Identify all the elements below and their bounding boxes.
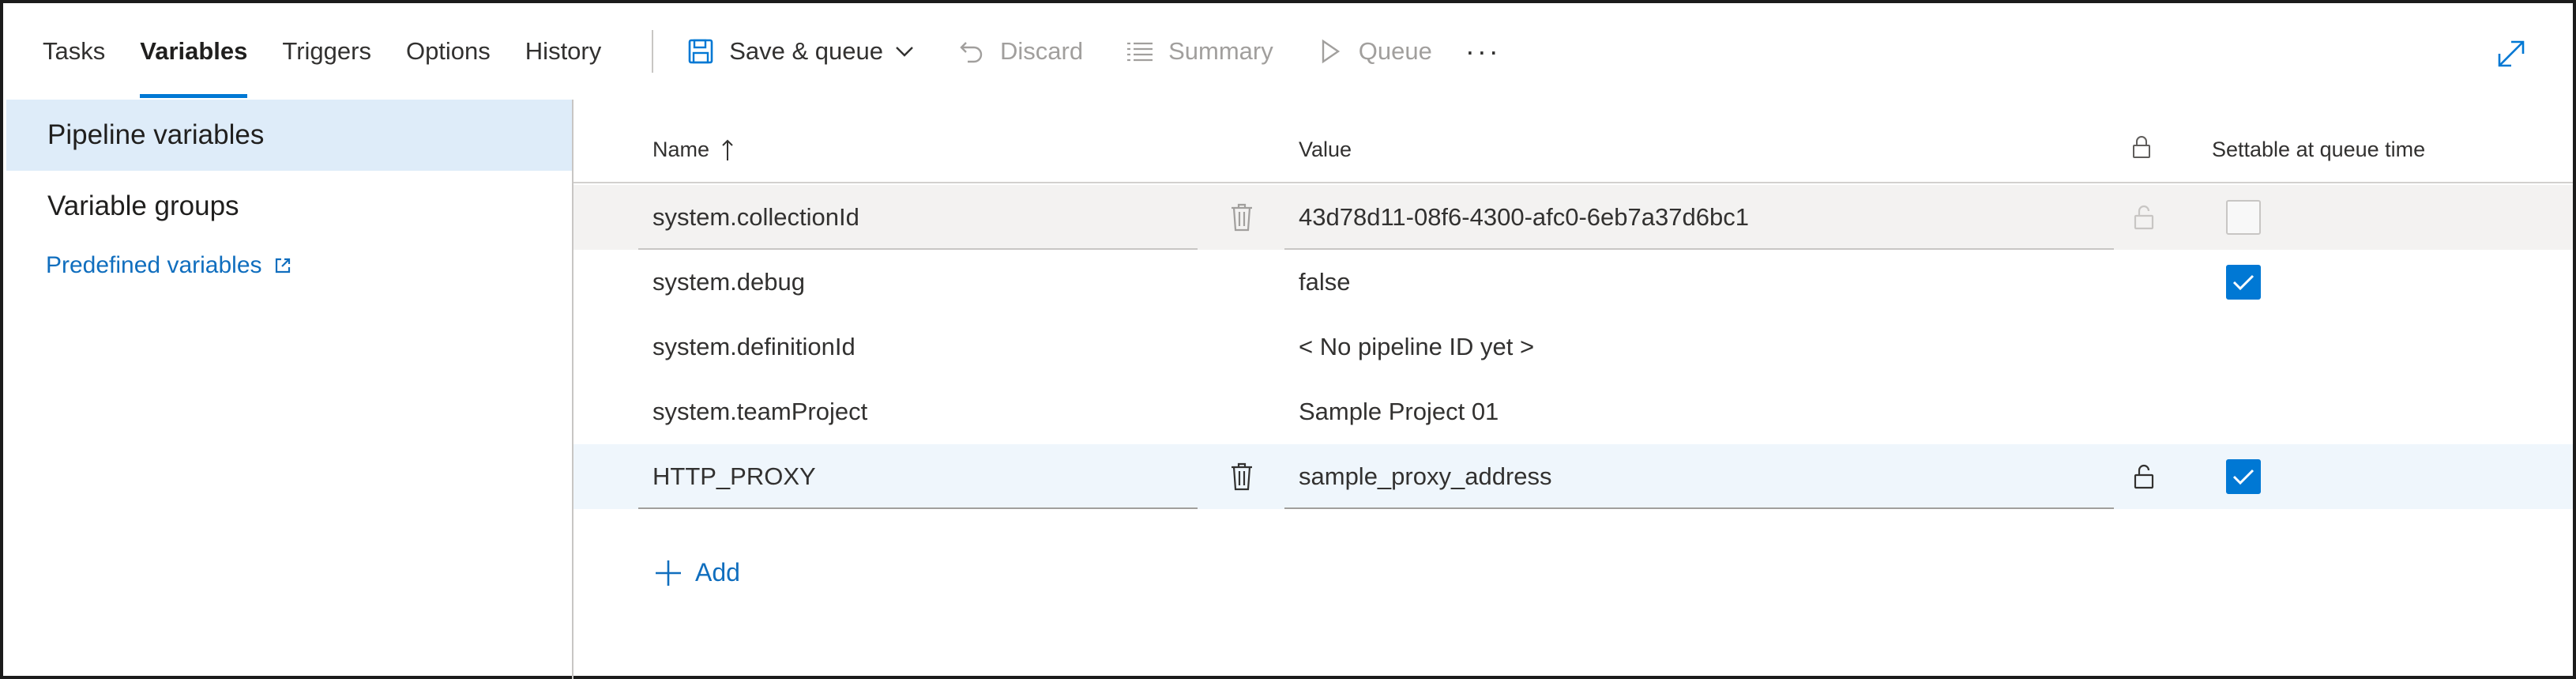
save-queue-button[interactable]: Save & queue bbox=[685, 36, 915, 67]
lock-column-icon bbox=[2131, 134, 2152, 160]
table-row: system.teamProject Sample Project 01 bbox=[573, 379, 2573, 444]
grid-header: Name Value Settable at queue time bbox=[573, 100, 2573, 183]
play-icon bbox=[1314, 36, 1346, 67]
list-icon bbox=[1124, 36, 1156, 67]
predefined-variables-link[interactable]: Predefined variables bbox=[6, 242, 572, 289]
name-header-label: Name bbox=[652, 138, 710, 161]
variable-name[interactable]: system.debug bbox=[652, 250, 805, 315]
table-row: HTTP_PROXY sample_proxy_address bbox=[573, 444, 2573, 509]
external-link-icon bbox=[273, 256, 292, 275]
variable-value[interactable]: 43d78d11-08f6-4300-afc0-6eb7a37d6bc1 bbox=[1299, 185, 1749, 250]
save-queue-label: Save & queue bbox=[729, 37, 884, 65]
name-field-underline bbox=[638, 507, 1198, 509]
variables-grid: Name Value Settable at queue time system… bbox=[573, 100, 2573, 679]
variable-value: < No pipeline ID yet > bbox=[1299, 333, 1535, 360]
nav-pipeline-variables[interactable]: Pipeline variables bbox=[6, 100, 572, 171]
delete-icon[interactable] bbox=[1226, 202, 1258, 233]
discard-button[interactable]: Discard bbox=[956, 36, 1083, 67]
expand-icon[interactable] bbox=[2495, 38, 2527, 70]
tab-triggers[interactable]: Triggers bbox=[282, 3, 371, 100]
value-field-underline bbox=[1284, 507, 2114, 509]
value-column-header: Value bbox=[1299, 138, 1352, 161]
toolbar: Tasks Variables Triggers Options History… bbox=[3, 3, 2573, 100]
chevron-down-icon[interactable] bbox=[894, 44, 915, 58]
variable-value[interactable]: sample_proxy_address bbox=[1299, 444, 1552, 509]
queue-label: Queue bbox=[1358, 37, 1432, 65]
settable-checkbox[interactable] bbox=[2226, 459, 2261, 494]
toolbar-divider bbox=[652, 30, 654, 73]
tab-variables[interactable]: Variables bbox=[140, 3, 248, 100]
undo-icon bbox=[956, 36, 987, 67]
name-column-header[interactable]: Name bbox=[652, 138, 735, 162]
table-row: system.definitionId < No pipeline ID yet… bbox=[573, 315, 2573, 379]
variable-value[interactable]: false bbox=[1299, 250, 1350, 315]
delete-icon[interactable] bbox=[1226, 461, 1258, 492]
lock-icon[interactable] bbox=[2128, 202, 2160, 233]
summary-button[interactable]: Summary bbox=[1124, 36, 1273, 67]
variable-value: Sample Project 01 bbox=[1299, 398, 1499, 425]
summary-label: Summary bbox=[1168, 37, 1273, 65]
queue-button[interactable]: Queue bbox=[1314, 36, 1432, 67]
settable-column-header: Settable at queue time bbox=[2212, 138, 2426, 161]
tab-options[interactable]: Options bbox=[406, 3, 491, 100]
checkmark-icon bbox=[2232, 274, 2254, 291]
variable-name[interactable]: system.definitionId bbox=[652, 315, 856, 379]
settable-checkbox[interactable] bbox=[2226, 265, 2261, 300]
nav-variable-groups[interactable]: Variable groups bbox=[6, 171, 572, 242]
variable-name[interactable]: system.collectionId bbox=[652, 185, 859, 250]
tab-history[interactable]: History bbox=[525, 3, 601, 100]
settable-checkbox[interactable] bbox=[2226, 200, 2261, 235]
checkmark-icon bbox=[2232, 469, 2254, 485]
plus-icon bbox=[654, 559, 683, 587]
predefined-variables-label: Predefined variables bbox=[46, 252, 262, 278]
variable-name[interactable]: HTTP_PROXY bbox=[652, 444, 816, 509]
add-variable-button[interactable]: Add bbox=[654, 558, 740, 587]
sort-ascending-icon bbox=[720, 138, 735, 162]
more-actions-button[interactable]: ··· bbox=[1465, 35, 1501, 68]
pipeline-editor-window: Tasks Variables Triggers Options History… bbox=[0, 0, 2576, 679]
table-row: system.collectionId 43d78d11-08f6-4300-a… bbox=[573, 185, 2573, 250]
variable-name[interactable]: system.teamProject bbox=[652, 379, 867, 444]
table-row: system.debug false bbox=[573, 250, 2573, 315]
save-icon bbox=[685, 36, 716, 67]
discard-label: Discard bbox=[1000, 37, 1084, 65]
tab-tasks[interactable]: Tasks bbox=[43, 3, 105, 100]
unlock-icon[interactable] bbox=[2128, 461, 2160, 492]
variables-sidebar: Pipeline variables Variable groups Prede… bbox=[6, 100, 573, 679]
add-label: Add bbox=[695, 558, 740, 587]
